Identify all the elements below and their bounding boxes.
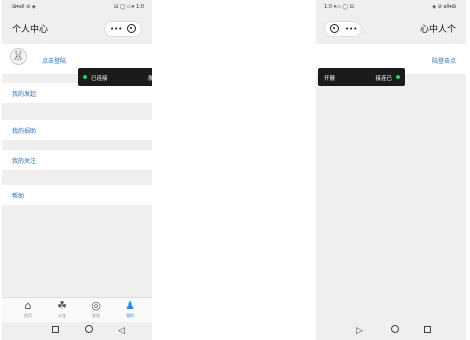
toast-text: 接连已 <box>375 76 392 82</box>
close-target-icon[interactable] <box>330 24 339 33</box>
home-button[interactable] <box>391 325 399 337</box>
connected-status-icon <box>83 75 87 79</box>
mini-program-capsule: ••• <box>324 21 362 37</box>
menu-item-label: 我的关注 <box>12 158 37 165</box>
tab-label: 首页 <box>24 313 32 318</box>
connected-status-icon <box>396 75 400 79</box>
more-options-button[interactable]: ••• <box>345 25 357 33</box>
expand-button[interactable]: 开展 <box>324 74 335 82</box>
title-bar: ••• 心中人个 <box>316 14 466 44</box>
close-target-icon[interactable] <box>127 24 136 33</box>
menu-item-donations[interactable]: 我的捐助 <box>2 120 152 140</box>
square-icon <box>424 326 431 333</box>
toast-text: 已连接 <box>91 76 108 82</box>
tab-label: 我的 <box>126 313 134 318</box>
menu-item-following[interactable]: 我的关注 <box>2 150 152 170</box>
title-bar: 个人中心 ••• <box>2 14 152 44</box>
menu-item-initiated[interactable]: 我的发起 <box>2 83 152 103</box>
recent-apps-button[interactable] <box>52 325 59 337</box>
mini-program-capsule: ••• <box>104 21 142 37</box>
menu-item-label: 我的发起 <box>12 91 37 98</box>
home-icon: ⌂ <box>24 299 32 312</box>
right-phone-screen: 1:0 ▾▭ ◯ ⊟ ◈ ⊘ all▾⊞ ••• 心中人个 陆登击点 开展 接连… <box>316 0 466 340</box>
system-nav-bar: ◁ <box>2 322 152 340</box>
page-title: 心中人个 <box>419 25 456 35</box>
expand-button[interactable]: 展开 <box>148 74 152 82</box>
user-icon: ♟ <box>125 299 135 312</box>
left-phone-screen: ⊞▾all ⊘ ◈ ⊟ ◯ ▭▾ 1:0 个人中心 ••• 🐰 点击登陆 我的发… <box>2 0 152 340</box>
status-right: ⊟ ◯ ▭▾ 1:0 <box>114 4 144 10</box>
tab-salon[interactable]: ☘ 沙龙 <box>50 300 74 319</box>
status-right: ◈ ⊘ all▾⊞ <box>432 4 456 10</box>
back-button[interactable]: ◁ <box>118 325 125 337</box>
login-link[interactable]: 陆登击点 <box>432 56 456 65</box>
back-button[interactable]: ▷ <box>356 325 363 337</box>
more-options-button[interactable]: ••• <box>110 25 122 33</box>
tab-discover[interactable]: ◎ 发现 <box>84 300 108 319</box>
status-bar: ⊞▾all ⊘ ◈ ⊟ ◯ ▭▾ 1:0 <box>2 0 152 14</box>
recent-apps-button[interactable] <box>424 325 431 337</box>
status-left: ⊞▾all ⊘ ◈ <box>12 4 36 10</box>
tab-mine[interactable]: ♟ 我的 <box>118 300 142 319</box>
plant-icon: ☘ <box>57 299 67 312</box>
status-left: 1:0 ▾▭ ◯ ⊟ <box>324 4 354 10</box>
circle-icon <box>85 325 93 333</box>
menu-item-label: 帮助 <box>12 193 25 200</box>
menu-item-label: 我的捐助 <box>12 128 37 135</box>
status-bar: 1:0 ▾▭ ◯ ⊟ ◈ ⊘ all▾⊞ <box>316 0 466 14</box>
login-link[interactable]: 点击登陆 <box>42 56 66 65</box>
content-area: 陆登击点 开展 接连已 <box>316 44 466 300</box>
system-nav-bar: ▷ <box>316 322 466 340</box>
square-icon <box>52 326 59 333</box>
connection-toast: 开展 接连已 <box>318 68 405 86</box>
eye-icon: ◎ <box>91 299 101 312</box>
content-area: 🐰 点击登陆 我的发起 我的捐助 我的关注 帮助 已连接 展开 <box>2 44 152 300</box>
circle-icon <box>391 325 399 333</box>
home-button[interactable] <box>85 325 93 337</box>
tab-bar: ⌂ 首页 ☘ 沙龙 ◎ 发现 ♟ 我的 <box>2 297 152 322</box>
avatar[interactable]: 🐰 <box>10 48 27 65</box>
tab-label: 发现 <box>92 313 100 318</box>
page-title: 个人中心 <box>12 25 49 35</box>
connection-toast: 已连接 展开 <box>78 68 152 86</box>
tab-label: 沙龙 <box>58 313 66 318</box>
menu-item-help[interactable]: 帮助 <box>2 185 152 205</box>
tab-home[interactable]: ⌂ 首页 <box>16 300 40 319</box>
